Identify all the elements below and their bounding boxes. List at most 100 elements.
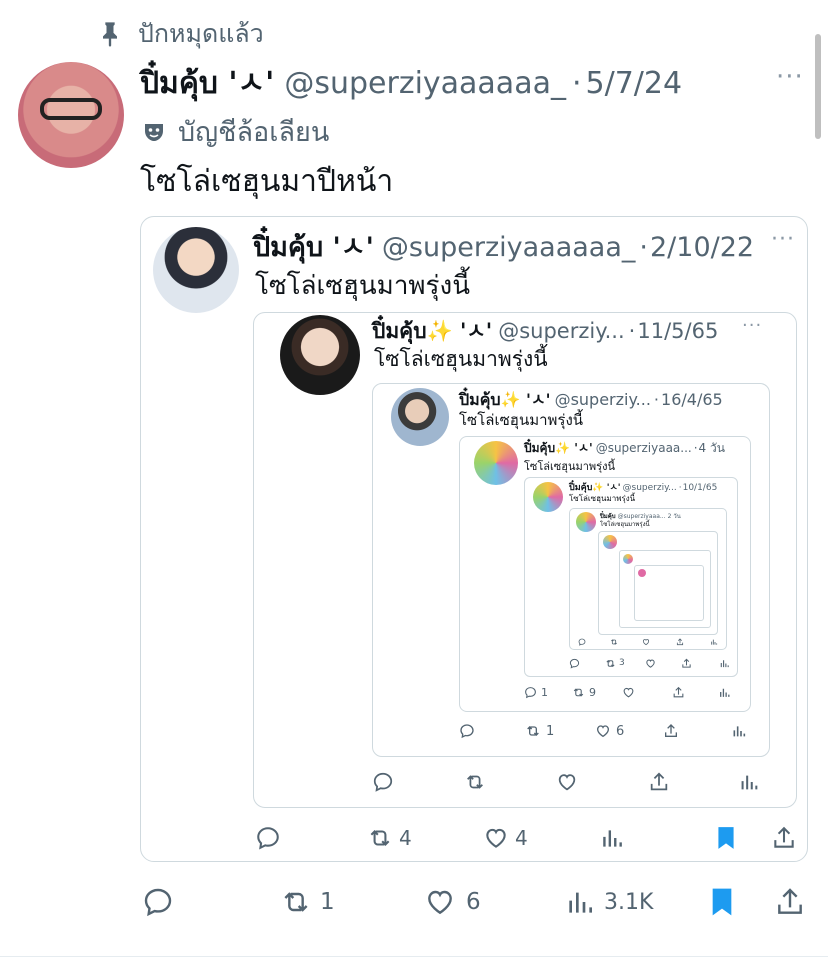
- handle[interactable]: @superziyaaaaaa_: [382, 232, 635, 263]
- reply-button[interactable]: [255, 825, 281, 851]
- avatar[interactable]: [18, 62, 124, 168]
- display-name[interactable]: ปิ๋มคุ้บ 'ㅅ': [253, 225, 374, 268]
- share-icon: [650, 772, 668, 791]
- avatar[interactable]: [391, 388, 449, 446]
- pin-icon: [103, 22, 117, 47]
- retweet-icon: [370, 830, 390, 846]
- retweet-button[interactable]: [610, 638, 618, 646]
- quoted-tweet[interactable]: ปิ๋มคุ้บ✨ 'ㅅ' @superziyaaa... · 4 วัน โซ…: [459, 436, 751, 712]
- separator: ·: [653, 390, 660, 409]
- quoted-tweet[interactable]: [634, 565, 704, 621]
- avatar[interactable]: [474, 441, 518, 485]
- divider: [0, 956, 828, 957]
- more-options-button[interactable]: ···: [742, 315, 762, 336]
- tweet-date[interactable]: 16/4/65: [661, 390, 723, 409]
- action-bar: [372, 769, 772, 795]
- retweet-button[interactable]: 1: [525, 723, 554, 739]
- bookmark-button[interactable]: [706, 886, 738, 918]
- views-button[interactable]: [731, 723, 747, 739]
- more-options-button[interactable]: ···: [776, 62, 804, 92]
- share-button[interactable]: [771, 825, 797, 851]
- share-button[interactable]: [774, 886, 806, 918]
- like-button[interactable]: 4: [483, 825, 528, 851]
- like-button[interactable]: 6: [595, 723, 624, 739]
- like-button[interactable]: [556, 771, 578, 793]
- tweet-date[interactable]: 11/5/65: [637, 319, 718, 343]
- reply-button[interactable]: 1: [524, 686, 548, 699]
- quoted-tweet[interactable]: ปิ๋มคุ้บ✨ 'ㅅ' @superziy... · 11/5/65 ···…: [253, 312, 797, 808]
- quoted-tweet[interactable]: ปิ๋มคุ้บ @superziyaaa... 2 วัน โซโล่เซฮุ…: [569, 508, 727, 650]
- like-button[interactable]: [642, 638, 650, 646]
- reply-button[interactable]: [569, 658, 580, 669]
- quoted-tweet[interactable]: ปิ๋มคุ้บ✨ 'ㅅ' @superziy... · 16/4/65 โซโ…: [372, 383, 770, 757]
- retweet-button[interactable]: [464, 771, 486, 793]
- retweet-count: 1: [320, 889, 335, 915]
- views-button[interactable]: [710, 638, 718, 646]
- views-button[interactable]: [599, 825, 625, 851]
- retweet-button[interactable]: 9: [572, 686, 596, 699]
- tweet-date[interactable]: 5/7/24: [586, 66, 683, 101]
- display-name[interactable]: ปิ๋มคุ้บ✨ 'ㅅ': [524, 439, 593, 458]
- avatar[interactable]: [603, 535, 617, 549]
- reply-button[interactable]: [142, 886, 174, 918]
- share-button[interactable]: [663, 723, 679, 739]
- more-options-button[interactable]: ···: [771, 227, 795, 252]
- views-icon: [569, 892, 592, 913]
- retweet-button[interactable]: 1: [280, 886, 335, 918]
- mask-icon: [145, 123, 163, 141]
- handle[interactable]: @superziyaaa...: [596, 441, 692, 455]
- retweet-icon: [573, 687, 584, 697]
- retweet-count: 9: [589, 685, 596, 699]
- views-button[interactable]: 3.1K: [564, 886, 653, 918]
- reply-button[interactable]: [459, 723, 475, 739]
- like-button[interactable]: [645, 658, 656, 669]
- like-button[interactable]: 6: [424, 886, 481, 918]
- avatar[interactable]: [638, 569, 646, 577]
- like-count: 6: [466, 889, 481, 915]
- share-button[interactable]: [676, 638, 684, 646]
- separator: ·: [639, 232, 648, 263]
- like-count: 6: [616, 723, 625, 739]
- tweet-date[interactable]: 2 วัน: [668, 511, 681, 521]
- reply-button[interactable]: [578, 638, 586, 646]
- like-count: 4: [515, 826, 528, 850]
- action-bar: 3: [569, 656, 733, 670]
- quoted-tweet[interactable]: ปิ๋มคุ้บ 'ㅅ' @superziyaaaaaa_ · 2/10/22 …: [140, 216, 808, 862]
- action-bar: 1 6 3.1K: [140, 884, 812, 920]
- tweet-date[interactable]: 2/10/22: [650, 232, 754, 263]
- scrollbar[interactable]: [815, 34, 821, 139]
- share-button[interactable]: [681, 658, 692, 669]
- retweet-button[interactable]: 4: [367, 825, 412, 851]
- avatar[interactable]: [533, 482, 563, 512]
- views-icon: [733, 726, 746, 737]
- share-icon: [676, 638, 684, 646]
- avatar[interactable]: [623, 554, 633, 564]
- views-button[interactable]: [718, 686, 731, 699]
- quoted-tweet[interactable]: [619, 550, 711, 628]
- reply-button[interactable]: [372, 771, 394, 793]
- heart-icon: [486, 828, 506, 848]
- handle[interactable]: @superziy...: [498, 319, 624, 343]
- share-button[interactable]: [648, 771, 670, 793]
- like-button[interactable]: [622, 686, 635, 699]
- retweet-button[interactable]: 3: [605, 658, 625, 669]
- avatar[interactable]: [153, 227, 239, 313]
- tweet-date[interactable]: 4 วัน: [699, 439, 725, 458]
- display-name[interactable]: ปิ๋มคุ้บ 'ㅅ': [140, 58, 274, 107]
- share-button[interactable]: [672, 686, 685, 699]
- avatar[interactable]: [280, 315, 360, 395]
- handle[interactable]: @superziyaaaaaa_: [284, 66, 566, 101]
- avatar[interactable]: [576, 512, 596, 532]
- heart-icon: [623, 687, 634, 697]
- views-button[interactable]: [719, 658, 730, 669]
- views-button[interactable]: [738, 771, 760, 793]
- quoted-tweet[interactable]: [598, 531, 718, 635]
- tweet-date[interactable]: 10/1/65: [683, 483, 718, 493]
- handle[interactable]: @superziy...: [555, 390, 651, 409]
- action-bar: 4 4: [255, 823, 801, 853]
- share-icon: [665, 724, 677, 737]
- separator: ·: [678, 483, 682, 493]
- bookmark-button[interactable]: [713, 825, 739, 851]
- tweet-text: โซโล่เซฮุนมาพรุ่งนี้: [255, 271, 470, 301]
- quoted-tweet[interactable]: ปิ๋มคุ้บ✨ 'ㅅ' @superziy... · 10/1/65 โซโ…: [524, 477, 738, 677]
